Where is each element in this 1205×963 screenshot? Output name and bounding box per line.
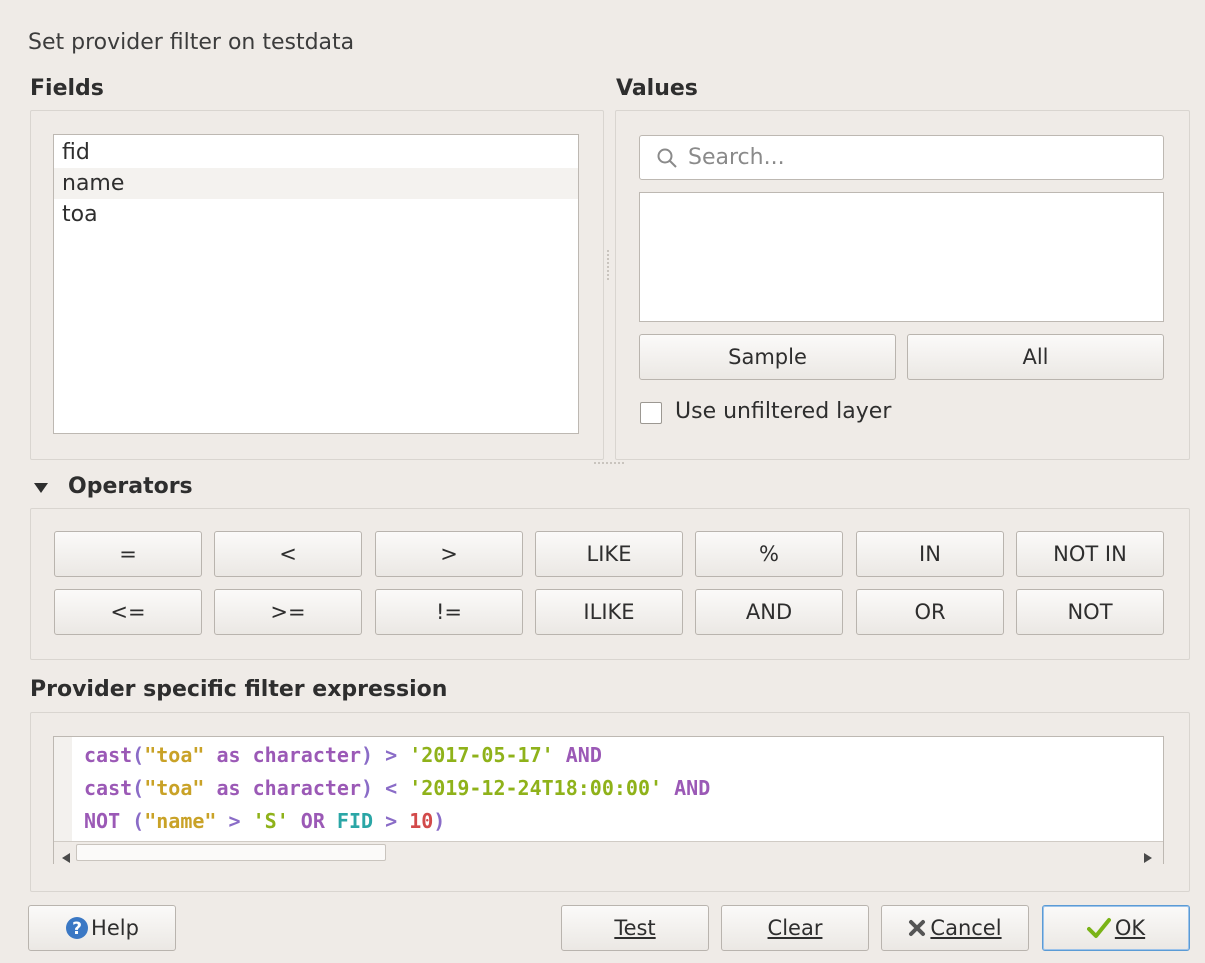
- scrollbar-thumb[interactable]: [76, 844, 386, 861]
- expression-text[interactable]: cast("toa" as character) > '2017-05-17' …: [84, 739, 710, 838]
- field-item-name[interactable]: name: [54, 168, 578, 199]
- check-icon: [1086, 917, 1111, 939]
- clear-label: Clear: [767, 916, 823, 940]
- field-item-fid[interactable]: fid: [54, 137, 578, 168]
- op-greater-button[interactable]: >: [375, 531, 523, 577]
- fields-label: Fields: [30, 76, 104, 101]
- use-unfiltered-checkbox[interactable]: [640, 402, 662, 424]
- help-icon: ?: [65, 916, 89, 940]
- expression-editor[interactable]: cast("toa" as character) > '2017-05-17' …: [53, 736, 1164, 864]
- op-not-button[interactable]: NOT: [1016, 589, 1164, 635]
- test-button[interactable]: Test: [561, 905, 709, 951]
- horizontal-splitter[interactable]: [594, 462, 624, 467]
- values-label: Values: [616, 76, 698, 101]
- search-placeholder: Search...: [688, 145, 785, 170]
- ok-label: OK: [1114, 916, 1146, 940]
- op-equals-button[interactable]: =: [54, 531, 202, 577]
- scroll-right-arrow[interactable]: [1144, 848, 1152, 867]
- values-list[interactable]: [639, 192, 1164, 322]
- use-unfiltered-label[interactable]: Use unfiltered layer: [675, 399, 891, 424]
- op-in-button[interactable]: IN: [856, 531, 1004, 577]
- search-icon: [656, 147, 678, 169]
- clear-button[interactable]: Clear: [721, 905, 869, 951]
- values-search-input[interactable]: Search...: [639, 135, 1164, 180]
- ok-button[interactable]: OK: [1042, 905, 1190, 951]
- op-percent-button[interactable]: %: [695, 531, 843, 577]
- test-label: Test: [614, 916, 656, 940]
- op-greater-equal-button[interactable]: >=: [214, 589, 362, 635]
- all-button[interactable]: All: [907, 334, 1164, 380]
- expression-line-3[interactable]: NOT ("name" > 'S' OR FID > 10): [84, 805, 710, 838]
- op-less-button[interactable]: <: [214, 531, 362, 577]
- op-like-button[interactable]: LIKE: [535, 531, 683, 577]
- sample-button[interactable]: Sample: [639, 334, 896, 380]
- op-not-in-button[interactable]: NOT IN: [1016, 531, 1164, 577]
- op-ilike-button[interactable]: ILIKE: [535, 589, 683, 635]
- expression-line-1[interactable]: cast("toa" as character) > '2017-05-17' …: [84, 739, 710, 772]
- operators-label[interactable]: Operators: [68, 474, 193, 499]
- cancel-icon: [908, 919, 926, 937]
- scroll-left-arrow[interactable]: [62, 848, 70, 867]
- op-and-button[interactable]: AND: [695, 589, 843, 635]
- editor-margin: [54, 737, 72, 841]
- expression-label: Provider specific filter expression: [30, 677, 448, 702]
- cancel-label: Cancel: [930, 916, 1002, 940]
- expression-line-2[interactable]: cast("toa" as character) < '2019-12-24T1…: [84, 772, 710, 805]
- op-not-equal-button[interactable]: !=: [375, 589, 523, 635]
- dialog-title: Set provider filter on testdata: [28, 30, 355, 55]
- vertical-splitter[interactable]: [607, 250, 612, 280]
- op-less-equal-button[interactable]: <=: [54, 589, 202, 635]
- svg-text:?: ?: [72, 919, 82, 939]
- field-item-toa[interactable]: toa: [54, 199, 578, 230]
- help-button[interactable]: ? Help: [28, 905, 176, 951]
- op-or-button[interactable]: OR: [856, 589, 1004, 635]
- help-label: Help: [91, 916, 139, 940]
- fields-list[interactable]: fid name toa: [53, 134, 579, 434]
- horizontal-scrollbar[interactable]: [54, 841, 1163, 864]
- triangle-down-icon[interactable]: [34, 482, 48, 494]
- cancel-button[interactable]: Cancel: [881, 905, 1029, 951]
